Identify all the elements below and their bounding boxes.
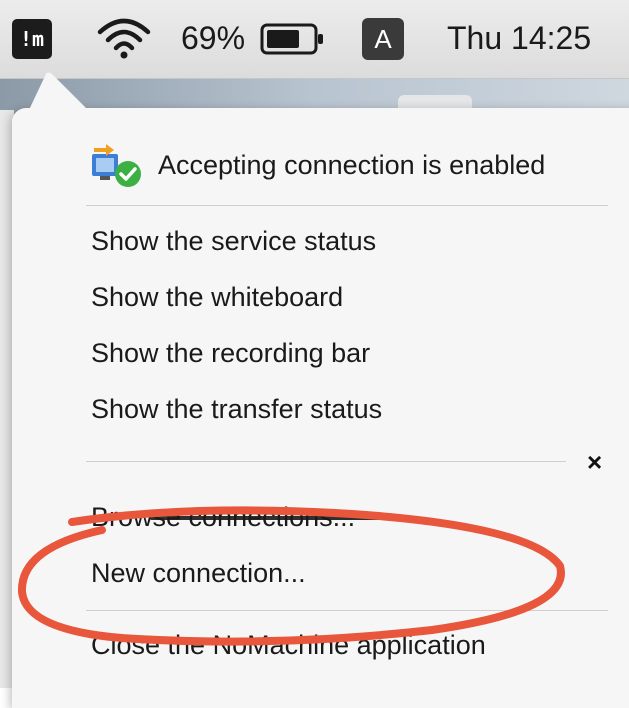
annotation-overlap bbox=[150, 516, 410, 520]
separator bbox=[86, 610, 608, 611]
menu-pointer-arrow bbox=[28, 72, 90, 112]
menu-item-whiteboard[interactable]: Show the whiteboard bbox=[91, 280, 343, 314]
wifi-icon[interactable] bbox=[96, 16, 152, 60]
battery-icon[interactable] bbox=[260, 22, 326, 56]
menu-item-service-status[interactable]: Show the service status bbox=[91, 224, 376, 258]
nomachine-icon[interactable]: !m bbox=[12, 19, 52, 59]
separator bbox=[86, 461, 566, 462]
menu-item-recording-bar[interactable]: Show the recording bar bbox=[91, 336, 370, 370]
menu-item-transfer-status[interactable]: Show the transfer status bbox=[91, 392, 382, 426]
menu-bar: !m 69% A Thu 14:25 bbox=[0, 0, 629, 79]
separator bbox=[86, 205, 608, 206]
battery-percent[interactable]: 69% bbox=[181, 16, 245, 60]
close-icon[interactable]: × bbox=[587, 447, 602, 477]
menu-item-close-application[interactable]: Close the NoMachine application bbox=[91, 628, 486, 662]
connection-status-icon bbox=[92, 144, 141, 187]
menu-item-new-connection[interactable]: New connection... bbox=[91, 556, 306, 590]
connection-status-text: Accepting connection is enabled bbox=[158, 150, 546, 180]
input-source-icon[interactable]: A bbox=[362, 18, 404, 60]
clock[interactable]: Thu 14:25 bbox=[447, 16, 591, 60]
